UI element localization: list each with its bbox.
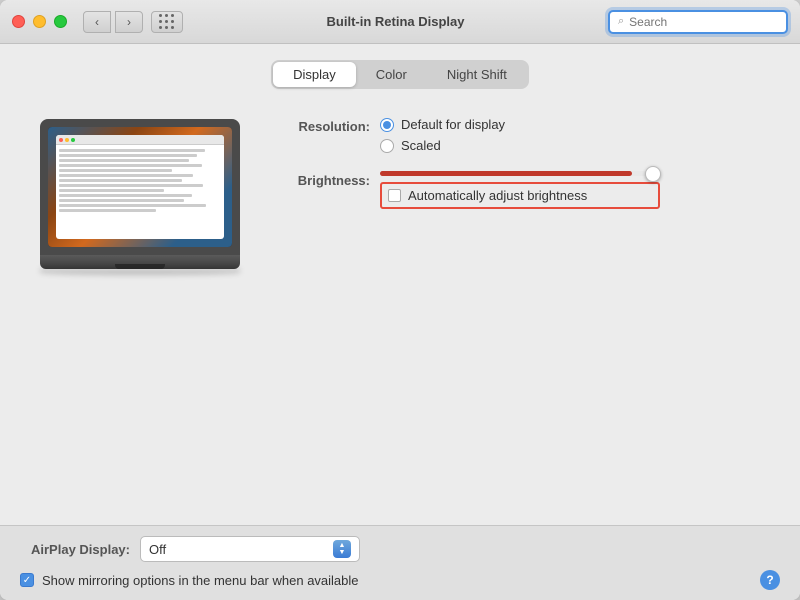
screen-text-line: [59, 179, 182, 182]
resolution-label: Resolution:: [270, 117, 370, 134]
apps-button[interactable]: [151, 11, 183, 33]
auto-brightness-box: Automatically adjust brightness: [380, 182, 660, 209]
sw-min-dot: [65, 138, 69, 142]
brightness-controls: Automatically adjust brightness: [380, 171, 660, 209]
traffic-lights: [12, 15, 67, 28]
resolution-scaled-label: Scaled: [401, 138, 441, 153]
brightness-label: Brightness:: [270, 171, 370, 188]
screen-text-line: [59, 149, 205, 152]
settings-area: Resolution: Default for display Scaled: [270, 109, 770, 505]
radio-inner-dot: [383, 121, 391, 129]
content-area: Display Color Night Shift: [0, 44, 800, 525]
search-box[interactable]: ⌕: [608, 10, 788, 34]
maximize-button[interactable]: [54, 15, 67, 28]
auto-brightness-checkbox[interactable]: [388, 189, 401, 202]
checkmark-icon: ✓: [23, 575, 31, 586]
main-panel: Resolution: Default for display Scaled: [0, 89, 800, 525]
close-button[interactable]: [12, 15, 25, 28]
brightness-slider-track[interactable]: [380, 171, 660, 176]
back-icon: ‹: [95, 15, 99, 29]
brightness-slider-fill: [380, 171, 632, 176]
help-button[interactable]: ?: [760, 570, 780, 590]
screen-text-line: [59, 204, 206, 207]
screen-text-line: [59, 159, 189, 162]
titlebar: ‹ › Built-in Retina Display ⌕: [0, 0, 800, 44]
back-button[interactable]: ‹: [83, 11, 111, 33]
tabs-container: Display Color Night Shift: [271, 60, 529, 89]
brightness-slider-thumb[interactable]: [645, 166, 661, 182]
laptop-screen: [48, 127, 232, 247]
resolution-controls: Default for display Scaled: [380, 117, 505, 153]
apps-grid-icon: [159, 14, 175, 30]
screen-text-line: [59, 174, 193, 177]
airplay-label: AirPlay Display:: [20, 542, 130, 557]
screen-text-line: [59, 194, 192, 197]
sw-close-dot: [59, 138, 63, 142]
bottom-bar: AirPlay Display: Off ▲ ▼ ✓ Show mirrorin…: [0, 525, 800, 600]
resolution-default-option[interactable]: Default for display: [380, 117, 505, 132]
airplay-dropdown[interactable]: Off ▲ ▼: [140, 536, 360, 562]
brightness-row: Brightness: Automatically adjust brightn…: [270, 171, 770, 209]
brightness-slider-row: [380, 171, 660, 176]
laptop-base: [40, 255, 240, 269]
window-title: Built-in Retina Display: [183, 14, 608, 29]
resolution-default-label: Default for display: [401, 117, 505, 132]
resolution-scaled-option[interactable]: Scaled: [380, 138, 505, 153]
laptop-shadow: [40, 269, 240, 275]
tab-color[interactable]: Color: [356, 62, 427, 87]
laptop-illustration: [30, 109, 250, 505]
search-icon: ⌕: [618, 15, 624, 28]
mirror-label: Show mirroring options in the menu bar w…: [42, 573, 359, 588]
screen-text-line: [59, 154, 197, 157]
airplay-dropdown-value: Off: [149, 542, 166, 557]
forward-button[interactable]: ›: [115, 11, 143, 33]
screen-win-body: [56, 145, 224, 218]
arrow-down-icon: ▼: [339, 549, 346, 556]
arrow-up-icon: ▲: [339, 542, 346, 549]
mirror-row-container: ✓ Show mirroring options in the menu bar…: [20, 570, 780, 590]
screen-text-line: [59, 199, 184, 202]
laptop-wrapper: [40, 119, 240, 275]
screen-window: [56, 135, 224, 239]
help-icon: ?: [766, 573, 773, 587]
tab-nightshift[interactable]: Night Shift: [427, 62, 527, 87]
sw-max-dot: [71, 138, 75, 142]
screen-text-line: [59, 184, 203, 187]
tab-display[interactable]: Display: [273, 62, 356, 87]
screen-content: [48, 127, 232, 247]
resolution-default-radio[interactable]: [380, 118, 394, 132]
laptop-body: [40, 119, 240, 255]
mirror-checkbox[interactable]: ✓: [20, 573, 34, 587]
screen-text-line: [59, 169, 172, 172]
resolution-scaled-radio[interactable]: [380, 139, 394, 153]
minimize-button[interactable]: [33, 15, 46, 28]
auto-brightness-label: Automatically adjust brightness: [408, 188, 587, 203]
screen-win-titlebar: [56, 135, 224, 145]
mirror-row: ✓ Show mirroring options in the menu bar…: [20, 573, 359, 588]
airplay-row: AirPlay Display: Off ▲ ▼: [20, 536, 780, 562]
forward-icon: ›: [127, 15, 131, 29]
screen-text-line: [59, 189, 164, 192]
tabs-area: Display Color Night Shift: [0, 44, 800, 89]
screen-text-line: [59, 209, 156, 212]
search-input[interactable]: [629, 15, 778, 29]
settings-window: ‹ › Built-in Retina Display ⌕ Display Co…: [0, 0, 800, 600]
dropdown-arrow-icon: ▲ ▼: [333, 540, 351, 558]
nav-buttons: ‹ ›: [83, 11, 143, 33]
resolution-row: Resolution: Default for display Scaled: [270, 117, 770, 153]
screen-text-line: [59, 164, 202, 167]
